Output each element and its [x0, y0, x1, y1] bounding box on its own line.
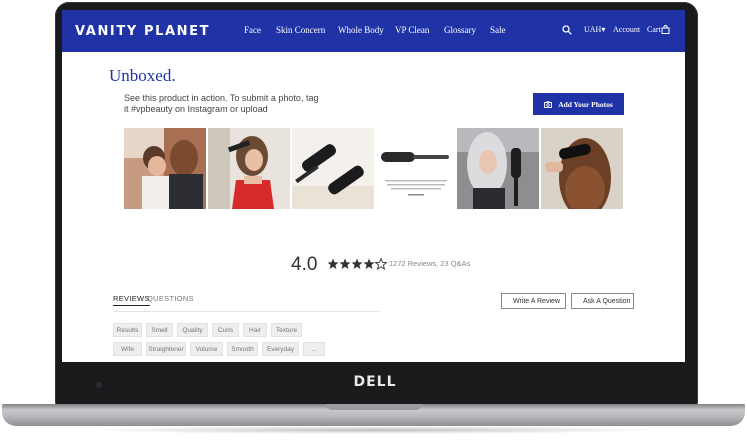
- tab-questions[interactable]: QUESTIONS: [147, 294, 194, 303]
- nav-glossary[interactable]: Glossary: [444, 25, 476, 35]
- tag-chip[interactable]: Volume: [190, 342, 223, 356]
- write-review-button[interactable]: Write A Review: [501, 293, 566, 309]
- tag-chip[interactable]: Curls: [212, 323, 239, 337]
- search-icon[interactable]: [562, 25, 572, 35]
- laptop-screen: VANITY PLANET Face Skin Concern Whole Bo…: [62, 10, 685, 362]
- tag-chip[interactable]: Smooth: [227, 342, 258, 356]
- nav-vp-clean[interactable]: VP Clean: [395, 25, 429, 35]
- customer-photo[interactable]: [292, 128, 374, 209]
- star-icon: [363, 258, 375, 269]
- laptop-base: [2, 404, 745, 426]
- more-tags-button[interactable]: ...: [303, 342, 325, 356]
- star-outline-icon: [374, 258, 387, 270]
- tabs-divider: [113, 311, 379, 312]
- tag-chip[interactable]: Hair: [243, 323, 267, 337]
- star-rating: [327, 258, 387, 270]
- nav-skin-concern[interactable]: Skin Concern: [276, 25, 325, 35]
- customer-photo[interactable]: [375, 128, 457, 209]
- star-icon: [327, 258, 339, 269]
- lid-notch: [326, 404, 422, 410]
- tag-chip[interactable]: Wife: [113, 342, 142, 356]
- tag-chip[interactable]: Texture: [271, 323, 302, 337]
- nav-face[interactable]: Face: [244, 25, 261, 35]
- dell-logo: DELL: [353, 374, 397, 390]
- customer-photo[interactable]: [208, 128, 290, 209]
- tag-chip[interactable]: Results: [113, 323, 142, 337]
- laptop-shadow: [80, 426, 667, 434]
- ask-question-button[interactable]: Ask A Question: [571, 293, 634, 309]
- tab-reviews[interactable]: REVIEWS: [113, 294, 150, 306]
- currency-selector[interactable]: UAH▾: [584, 25, 605, 39]
- tag-chip[interactable]: Smell: [146, 323, 173, 337]
- ask-question-label: Ask A Question: [583, 297, 631, 305]
- cart-link[interactable]: Cart: [647, 25, 661, 39]
- laptop-frame: DELL VANITY PLANET Face Skin Concern Who…: [0, 0, 747, 444]
- site-logo[interactable]: VANITY PLANET: [75, 24, 210, 39]
- tag-chip[interactable]: Everyday: [262, 342, 299, 356]
- shopping-bag-icon[interactable]: [661, 25, 670, 34]
- add-photos-button[interactable]: Add Your Photos: [533, 93, 624, 115]
- camera-icon: [544, 100, 553, 108]
- star-icon: [339, 258, 351, 269]
- nav-sale[interactable]: Sale: [490, 25, 506, 35]
- add-photos-label: Add Your Photos: [558, 99, 613, 109]
- customer-photo[interactable]: [541, 128, 623, 209]
- unboxed-description: See this product in action. To submit a …: [124, 93, 319, 114]
- star-icon: [351, 258, 363, 269]
- tag-chip[interactable]: Straightener: [146, 342, 186, 356]
- customer-photo[interactable]: [457, 128, 539, 209]
- nav-whole-body[interactable]: Whole Body: [338, 25, 384, 35]
- unboxed-title: Unboxed.: [109, 66, 176, 85]
- write-review-label: Write A Review: [513, 297, 560, 305]
- customer-photo[interactable]: [124, 128, 206, 209]
- rating-average: 4.0: [291, 254, 318, 275]
- site-header: VANITY PLANET Face Skin Concern Whole Bo…: [62, 10, 685, 52]
- rating-summary[interactable]: 1272 Reviews, 23 Q&As: [389, 259, 470, 268]
- account-link[interactable]: Account: [613, 25, 640, 39]
- tag-chip[interactable]: Quality: [177, 323, 208, 337]
- webcam-indicator: [96, 382, 102, 388]
